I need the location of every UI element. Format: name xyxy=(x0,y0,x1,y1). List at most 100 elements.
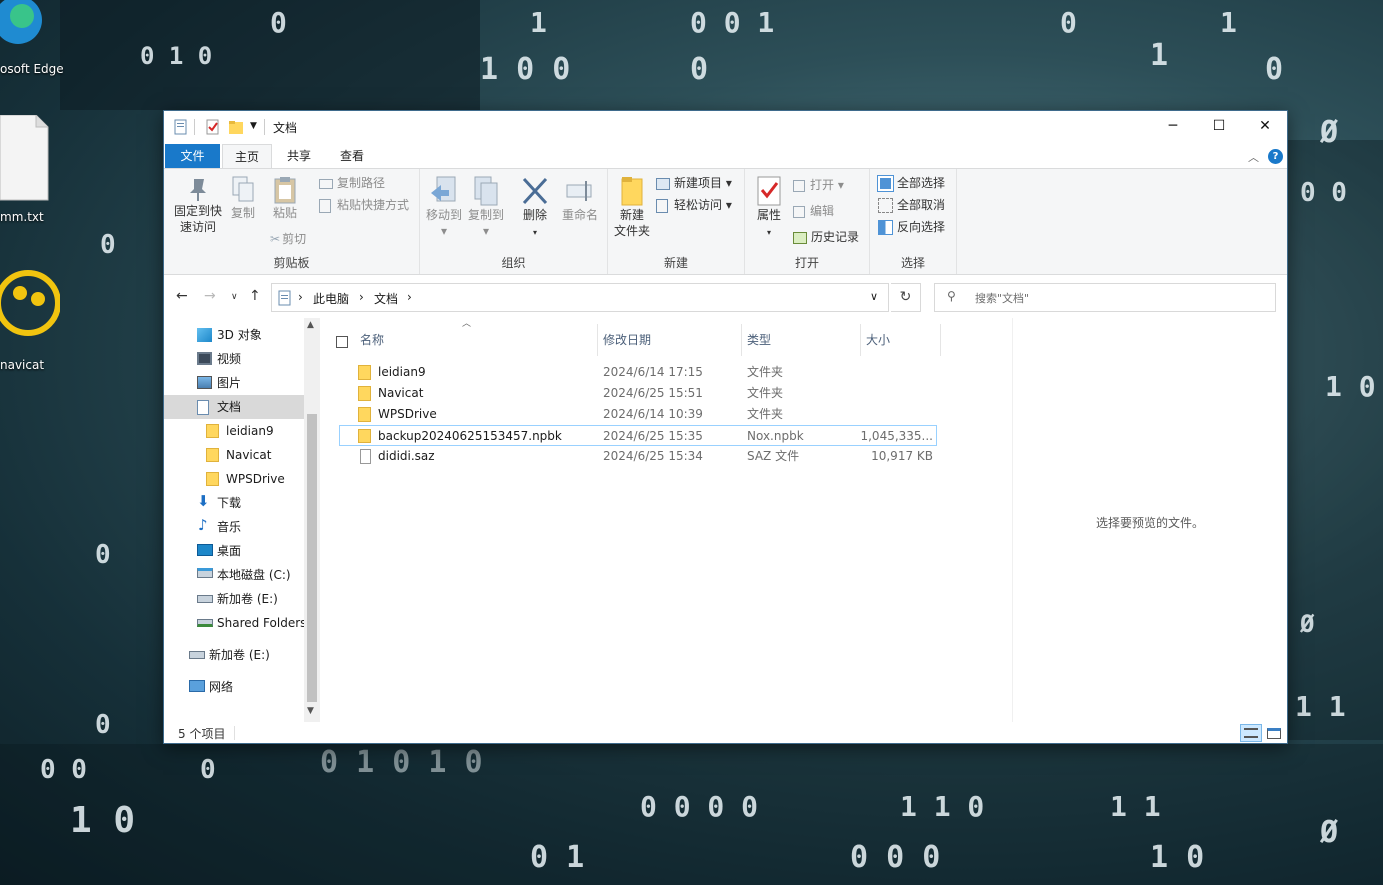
close-button[interactable]: ✕ xyxy=(1242,111,1288,141)
select-none-button[interactable]: 全部取消 xyxy=(878,197,945,213)
breadcrumb-this-pc[interactable]: 此电脑 xyxy=(313,290,349,307)
move-to-button[interactable]: 移动到▾ xyxy=(424,175,464,239)
copy-path-button[interactable]: 复制路径 xyxy=(319,175,385,191)
title-bar[interactable]: ▼ 文档 ─ ☐ ✕ xyxy=(164,111,1287,141)
ribbon-tabs: 文件 主页 共享 查看 ︿ ? xyxy=(164,141,1287,168)
search-box[interactable]: ⚲ 搜索"文档" xyxy=(934,283,1276,312)
group-label-select: 选择 xyxy=(900,256,925,270)
nav-item-pictures[interactable]: 图片 xyxy=(164,371,304,395)
properties-icon xyxy=(757,176,781,206)
nav-item-videos[interactable]: 视频 xyxy=(164,347,304,371)
nav-item-network[interactable]: 网络 xyxy=(164,675,304,699)
nav-item-downloads[interactable]: ⬇ 下载 xyxy=(164,491,304,515)
file-modified: 2024/6/25 15:34 xyxy=(603,449,703,463)
nav-item-documents[interactable]: 文档 xyxy=(164,395,304,419)
recent-locations-chevron-icon[interactable]: ∨ xyxy=(231,292,238,302)
paste-shortcut-button[interactable]: 粘贴快捷方式 xyxy=(319,197,409,213)
nav-item-drive-e[interactable]: 新加卷 (E:) xyxy=(164,587,304,611)
new-folder-button[interactable]: 新建 文件夹 xyxy=(612,175,652,239)
table-row[interactable]: leidian9 2024/6/14 17:15 文件夹 xyxy=(339,362,937,383)
desktop-icon-navicat[interactable]: navicat xyxy=(0,255,70,375)
new-item-button[interactable]: 新建项目 ▾ xyxy=(656,175,732,191)
table-row[interactable]: WPSDrive 2024/6/14 10:39 文件夹 xyxy=(339,404,937,425)
column-separator[interactable] xyxy=(860,324,861,356)
maximize-button[interactable]: ☐ xyxy=(1196,111,1242,141)
edit-button[interactable]: 编辑 xyxy=(793,203,834,219)
address-dropdown-chevron-icon[interactable]: ∨ xyxy=(870,290,878,303)
nav-item-drive-e-root[interactable]: 新加卷 (E:) xyxy=(164,643,304,667)
column-header-modified[interactable]: 修改日期 xyxy=(603,326,733,354)
column-header-type[interactable]: 类型 xyxy=(747,326,847,354)
paste-label: 粘贴 xyxy=(272,206,297,220)
select-all-checkbox[interactable] xyxy=(336,336,348,348)
documents-icon xyxy=(278,290,291,306)
new-folder-label: 新建 文件夹 xyxy=(613,208,650,238)
easy-access-icon xyxy=(656,198,668,213)
nav-item-navicat[interactable]: Navicat xyxy=(164,443,304,467)
properties-button[interactable]: 属性 ▾ xyxy=(751,175,787,241)
paste-button[interactable]: 粘贴 xyxy=(268,175,302,221)
help-icon[interactable]: ? xyxy=(1268,149,1283,164)
up-arrow-icon[interactable]: ↑ xyxy=(249,288,261,304)
tab-home[interactable]: 主页 xyxy=(222,144,272,168)
delete-button[interactable]: 删除 ▾ xyxy=(518,175,552,241)
scroll-down-icon[interactable]: ▼ xyxy=(307,706,314,716)
nav-item-desktop[interactable]: 桌面 xyxy=(164,539,304,563)
pin-quick-access-button[interactable]: 固定到快 速访问 xyxy=(170,175,226,235)
open-button[interactable]: 打开 ▾ xyxy=(793,177,844,193)
cut-button[interactable]: ✂ 剪切 xyxy=(270,231,306,247)
table-row[interactable]: Navicat 2024/6/25 15:51 文件夹 xyxy=(339,383,937,404)
scrollbar-thumb[interactable] xyxy=(307,414,317,702)
new-folder-icon xyxy=(621,177,643,206)
breadcrumb-documents[interactable]: 文档 xyxy=(374,290,398,307)
copy-button[interactable]: 复制 xyxy=(228,175,258,221)
properties-quick-icon[interactable] xyxy=(174,119,188,135)
minimize-button[interactable]: ─ xyxy=(1150,111,1196,141)
details-view-icon xyxy=(1244,728,1258,738)
tab-file[interactable]: 文件 xyxy=(165,144,220,168)
table-row[interactable]: dididi.saz 2024/6/25 15:34 SAZ 文件 10,917… xyxy=(339,446,937,467)
rename-button[interactable]: 重命名 xyxy=(558,175,602,223)
nav-item-label: 新加卷 (E:) xyxy=(209,648,270,662)
column-separator[interactable] xyxy=(597,324,598,356)
nav-item-shared-folders[interactable]: Shared Folders xyxy=(164,611,304,635)
select-all-button[interactable]: 全部选择 xyxy=(877,175,945,192)
move-to-icon xyxy=(431,176,456,202)
nav-item-wpsdrive[interactable]: WPSDrive xyxy=(164,467,304,491)
nav-item-leidian9[interactable]: leidian9 xyxy=(164,419,304,443)
group-label-new: 新建 xyxy=(663,256,688,270)
nav-item-3d-objects[interactable]: 3D 对象 xyxy=(164,323,304,347)
chevron-up-icon[interactable]: ︿ xyxy=(1248,149,1259,165)
easy-access-button[interactable]: 轻松访问 ▾ xyxy=(656,197,732,213)
nav-item-label: 桌面 xyxy=(217,544,242,558)
table-row[interactable]: backup20240625153457.npbk 2024/6/25 15:3… xyxy=(339,425,937,446)
file-modified: 2024/6/25 15:51 xyxy=(603,386,703,400)
nav-item-music[interactable]: ♪ 音乐 xyxy=(164,515,304,539)
back-arrow-icon[interactable]: ← xyxy=(176,288,188,304)
large-icons-view-button[interactable] xyxy=(1263,724,1285,742)
checkmark-quick-icon[interactable] xyxy=(206,119,220,135)
history-button[interactable]: 历史记录 xyxy=(793,229,859,245)
chevron-down-icon[interactable]: ▼ xyxy=(250,121,257,137)
forward-arrow-icon[interactable]: → xyxy=(204,288,216,304)
tab-share[interactable]: 共享 xyxy=(274,144,324,168)
column-header-name[interactable]: 名称 xyxy=(360,326,560,354)
tab-view[interactable]: 查看 xyxy=(327,144,377,168)
address-bar[interactable]: › 此电脑 › 文档 › ∨ xyxy=(271,283,889,312)
desktop-icon-edge[interactable]: osoft Edge xyxy=(0,0,70,80)
navigation-pane-scrollbar[interactable]: ▲ ▼ xyxy=(304,318,320,722)
copy-to-button[interactable]: 复制到▾ xyxy=(466,175,506,239)
column-separator[interactable] xyxy=(741,324,742,356)
scroll-up-icon[interactable]: ▲ xyxy=(307,320,314,330)
refresh-button[interactable]: ↻ xyxy=(891,283,921,312)
file-name: leidian9 xyxy=(378,365,426,379)
column-separator[interactable] xyxy=(940,324,941,356)
invert-selection-button[interactable]: 反向选择 xyxy=(878,219,945,235)
details-view-button[interactable] xyxy=(1240,724,1262,742)
copy-label: 复制 xyxy=(230,206,255,220)
paste-icon xyxy=(274,177,296,204)
column-header-size[interactable]: 大小 xyxy=(866,326,936,354)
new-folder-quick-icon[interactable] xyxy=(228,119,244,135)
desktop-icon-text-file[interactable]: mm.txt xyxy=(0,110,60,230)
nav-item-drive-c[interactable]: 本地磁盘 (C:) xyxy=(164,563,304,587)
